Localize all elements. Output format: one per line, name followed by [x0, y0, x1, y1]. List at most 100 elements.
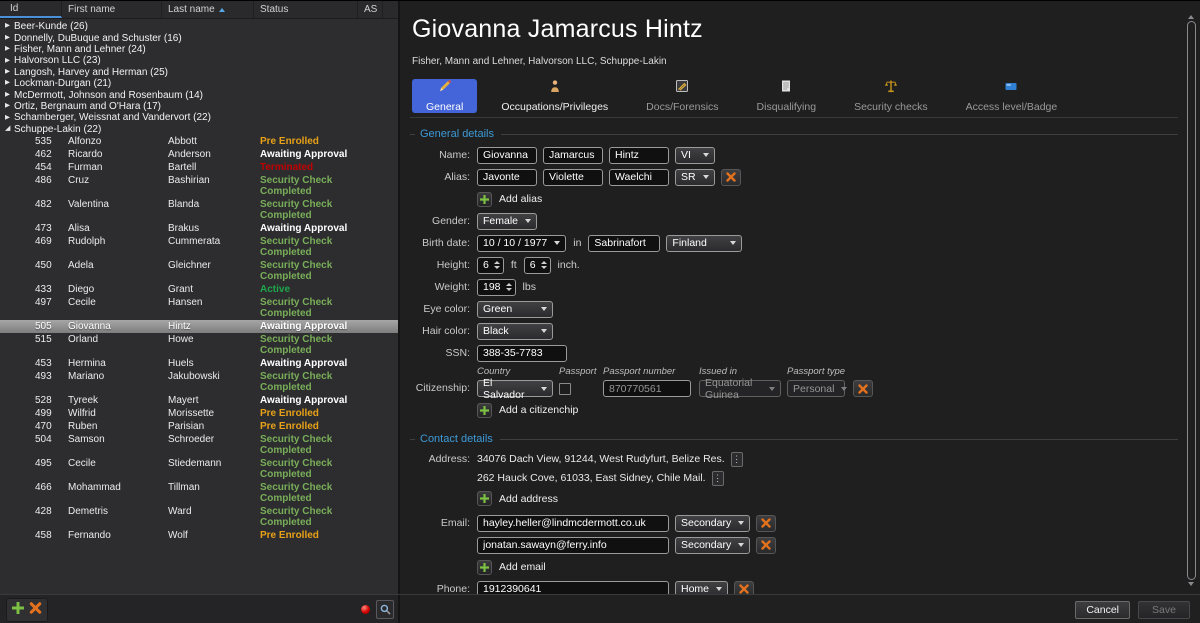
table-row[interactable]: 499 Wilfrid Morissette Pre Enrolled — [0, 407, 398, 420]
search-button[interactable] — [376, 600, 394, 619]
expander-icon[interactable] — [5, 58, 14, 65]
weight-stepper[interactable]: 198 — [477, 279, 516, 296]
spin-down-icon[interactable] — [506, 288, 512, 291]
column-header-id[interactable]: Id — [0, 1, 62, 18]
table-row[interactable]: 497 Cecile Hansen Security Check Complet… — [0, 296, 398, 320]
spin-up-icon[interactable] — [494, 261, 500, 264]
citizenship-country-dropdown[interactable]: El Salvador — [477, 380, 553, 397]
birth-country-dropdown[interactable]: Finland — [666, 235, 742, 252]
expander-icon[interactable] — [5, 69, 14, 76]
alias-suffix-dropdown[interactable]: SR — [675, 169, 715, 186]
delete-email-button[interactable] — [756, 537, 776, 554]
expander-icon[interactable] — [5, 92, 14, 99]
tab-docs-forensics[interactable]: Docs/Forensics — [632, 79, 732, 113]
table-row[interactable]: 482 Valentina Blanda Security Check Comp… — [0, 198, 398, 222]
birth-city-field[interactable] — [588, 235, 660, 252]
column-header-last-name[interactable]: Last name — [162, 1, 254, 18]
last-name-field[interactable] — [609, 147, 669, 164]
scroll-up-icon[interactable] — [1188, 15, 1194, 19]
tree-group[interactable]: McDermott, Johnson and Rosenbaum (14) — [0, 89, 398, 100]
expander-icon[interactable] — [5, 103, 14, 110]
address-menu-button[interactable] — [712, 471, 724, 486]
tree-group[interactable]: Schuppe-Lakin (22) — [0, 124, 398, 135]
cancel-button[interactable]: Cancel — [1075, 601, 1130, 619]
height-inch-stepper[interactable]: 6 — [524, 257, 551, 274]
tree-group[interactable]: Langosh, Harvey and Herman (25) — [0, 67, 398, 78]
tree-group[interactable]: Halvorson LLC (23) — [0, 55, 398, 66]
tree-group[interactable]: Lockman-Durgan (21) — [0, 78, 398, 89]
gender-dropdown[interactable]: Female — [477, 213, 537, 230]
eye-color-dropdown[interactable]: Green — [477, 301, 553, 318]
expander-icon[interactable] — [5, 125, 14, 133]
table-row[interactable]: 495 Cecile Stiedemann Security Check Com… — [0, 457, 398, 481]
delete-citizenship-button[interactable] — [853, 380, 873, 397]
column-header-first-name[interactable]: First name — [62, 1, 162, 18]
passport-number-field[interactable] — [603, 380, 691, 397]
scrollbar-thumb[interactable] — [1187, 21, 1196, 580]
table-row[interactable]: 433 Diego Grant Active — [0, 283, 398, 296]
table-row[interactable]: 462 Ricardo Anderson Awaiting Approval — [0, 148, 398, 161]
table-row[interactable]: 428 Demetris Ward Security Check Complet… — [0, 505, 398, 529]
email-type-dropdown[interactable]: Secondary — [675, 537, 750, 554]
table-row[interactable]: 493 Mariano Jakubowski Security Check Co… — [0, 370, 398, 394]
hair-color-dropdown[interactable]: Black — [477, 323, 553, 340]
tree-group[interactable]: Fisher, Mann and Lehner (24) — [0, 44, 398, 55]
expander-icon[interactable] — [5, 23, 14, 30]
email-field[interactable] — [477, 537, 669, 554]
alias-last-field[interactable] — [609, 169, 669, 186]
expander-icon[interactable] — [5, 80, 14, 87]
detail-scrollbar[interactable] — [1185, 13, 1197, 588]
save-button[interactable]: Save — [1138, 601, 1190, 619]
tree-group[interactable]: Schamberger, Weissnat and Vandervort (22… — [0, 112, 398, 123]
tab-occupations-privileges[interactable]: Occupations/Privileges — [487, 79, 622, 113]
passport-type-dropdown[interactable]: Personal — [787, 380, 845, 397]
table-row[interactable]: 453 Hermina Huels Awaiting Approval — [0, 357, 398, 370]
passport-checkbox[interactable] — [559, 383, 571, 395]
ssn-field[interactable] — [477, 345, 567, 362]
middle-name-field[interactable] — [543, 147, 603, 164]
table-row[interactable]: 535 Alfonzo Abbott Pre Enrolled — [0, 135, 398, 148]
email-field[interactable] — [477, 515, 669, 532]
spin-down-icon[interactable] — [541, 266, 547, 269]
add-email-button[interactable]: Add email — [477, 560, 546, 575]
table-row[interactable]: 458 Fernando Wolf Pre Enrolled — [0, 529, 398, 542]
add-person-button[interactable] — [12, 601, 24, 619]
birth-date-picker[interactable]: 10 / 10 / 1977 — [477, 235, 566, 252]
expander-icon[interactable] — [5, 46, 14, 53]
column-header-status[interactable]: Status — [254, 1, 358, 18]
tab-general[interactable]: General — [412, 79, 477, 113]
add-citizenship-button[interactable]: Add a citizenchip — [477, 403, 578, 418]
add-address-button[interactable]: Add address — [477, 491, 558, 506]
alias-middle-field[interactable] — [543, 169, 603, 186]
table-row[interactable]: 515 Orland Howe Security Check Completed — [0, 333, 398, 357]
expander-icon[interactable] — [5, 35, 14, 42]
name-suffix-dropdown[interactable]: VI — [675, 147, 715, 164]
table-row[interactable]: 470 Ruben Parisian Pre Enrolled — [0, 420, 398, 433]
table-row[interactable]: 504 Samson Schroeder Security Check Comp… — [0, 433, 398, 457]
phone-field[interactable] — [477, 581, 669, 595]
tab-disqualifying[interactable]: Disqualifying — [743, 79, 831, 113]
table-row[interactable]: 528 Tyreek Mayert Awaiting Approval — [0, 394, 398, 407]
delete-phone-button[interactable] — [734, 581, 754, 595]
alias-first-field[interactable] — [477, 169, 537, 186]
phone-type-dropdown[interactable]: Home — [675, 581, 728, 595]
table-row[interactable]: 466 Mohammad Tillman Security Check Comp… — [0, 481, 398, 505]
table-row[interactable]: 454 Furman Bartell Terminated — [0, 161, 398, 174]
table-row[interactable]: 469 Rudolph Cummerata Security Check Com… — [0, 235, 398, 259]
table-row[interactable]: 486 Cruz Bashirian Security Check Comple… — [0, 174, 398, 198]
email-type-dropdown[interactable]: Secondary — [675, 515, 750, 532]
issued-in-dropdown[interactable]: Equatorial Guinea — [699, 380, 781, 397]
spin-down-icon[interactable] — [494, 266, 500, 269]
delete-alias-button[interactable] — [721, 169, 741, 186]
table-row[interactable]: 505 Giovanna Hintz Awaiting Approval — [0, 320, 398, 333]
expander-icon[interactable] — [5, 115, 14, 122]
tree-group[interactable]: Beer-Kunde (26) — [0, 21, 398, 32]
column-header-as[interactable]: AS — [358, 1, 383, 18]
tree-group[interactable]: Ortiz, Bergnaum and O'Hara (17) — [0, 101, 398, 112]
tree-group[interactable]: Donnelly, DuBuque and Schuster (16) — [0, 32, 398, 43]
height-ft-stepper[interactable]: 6 — [477, 257, 504, 274]
table-row[interactable]: 450 Adela Gleichner Security Check Compl… — [0, 259, 398, 283]
delete-email-button[interactable] — [756, 515, 776, 532]
first-name-field[interactable] — [477, 147, 537, 164]
tab-security-checks[interactable]: Security checks — [840, 79, 942, 113]
